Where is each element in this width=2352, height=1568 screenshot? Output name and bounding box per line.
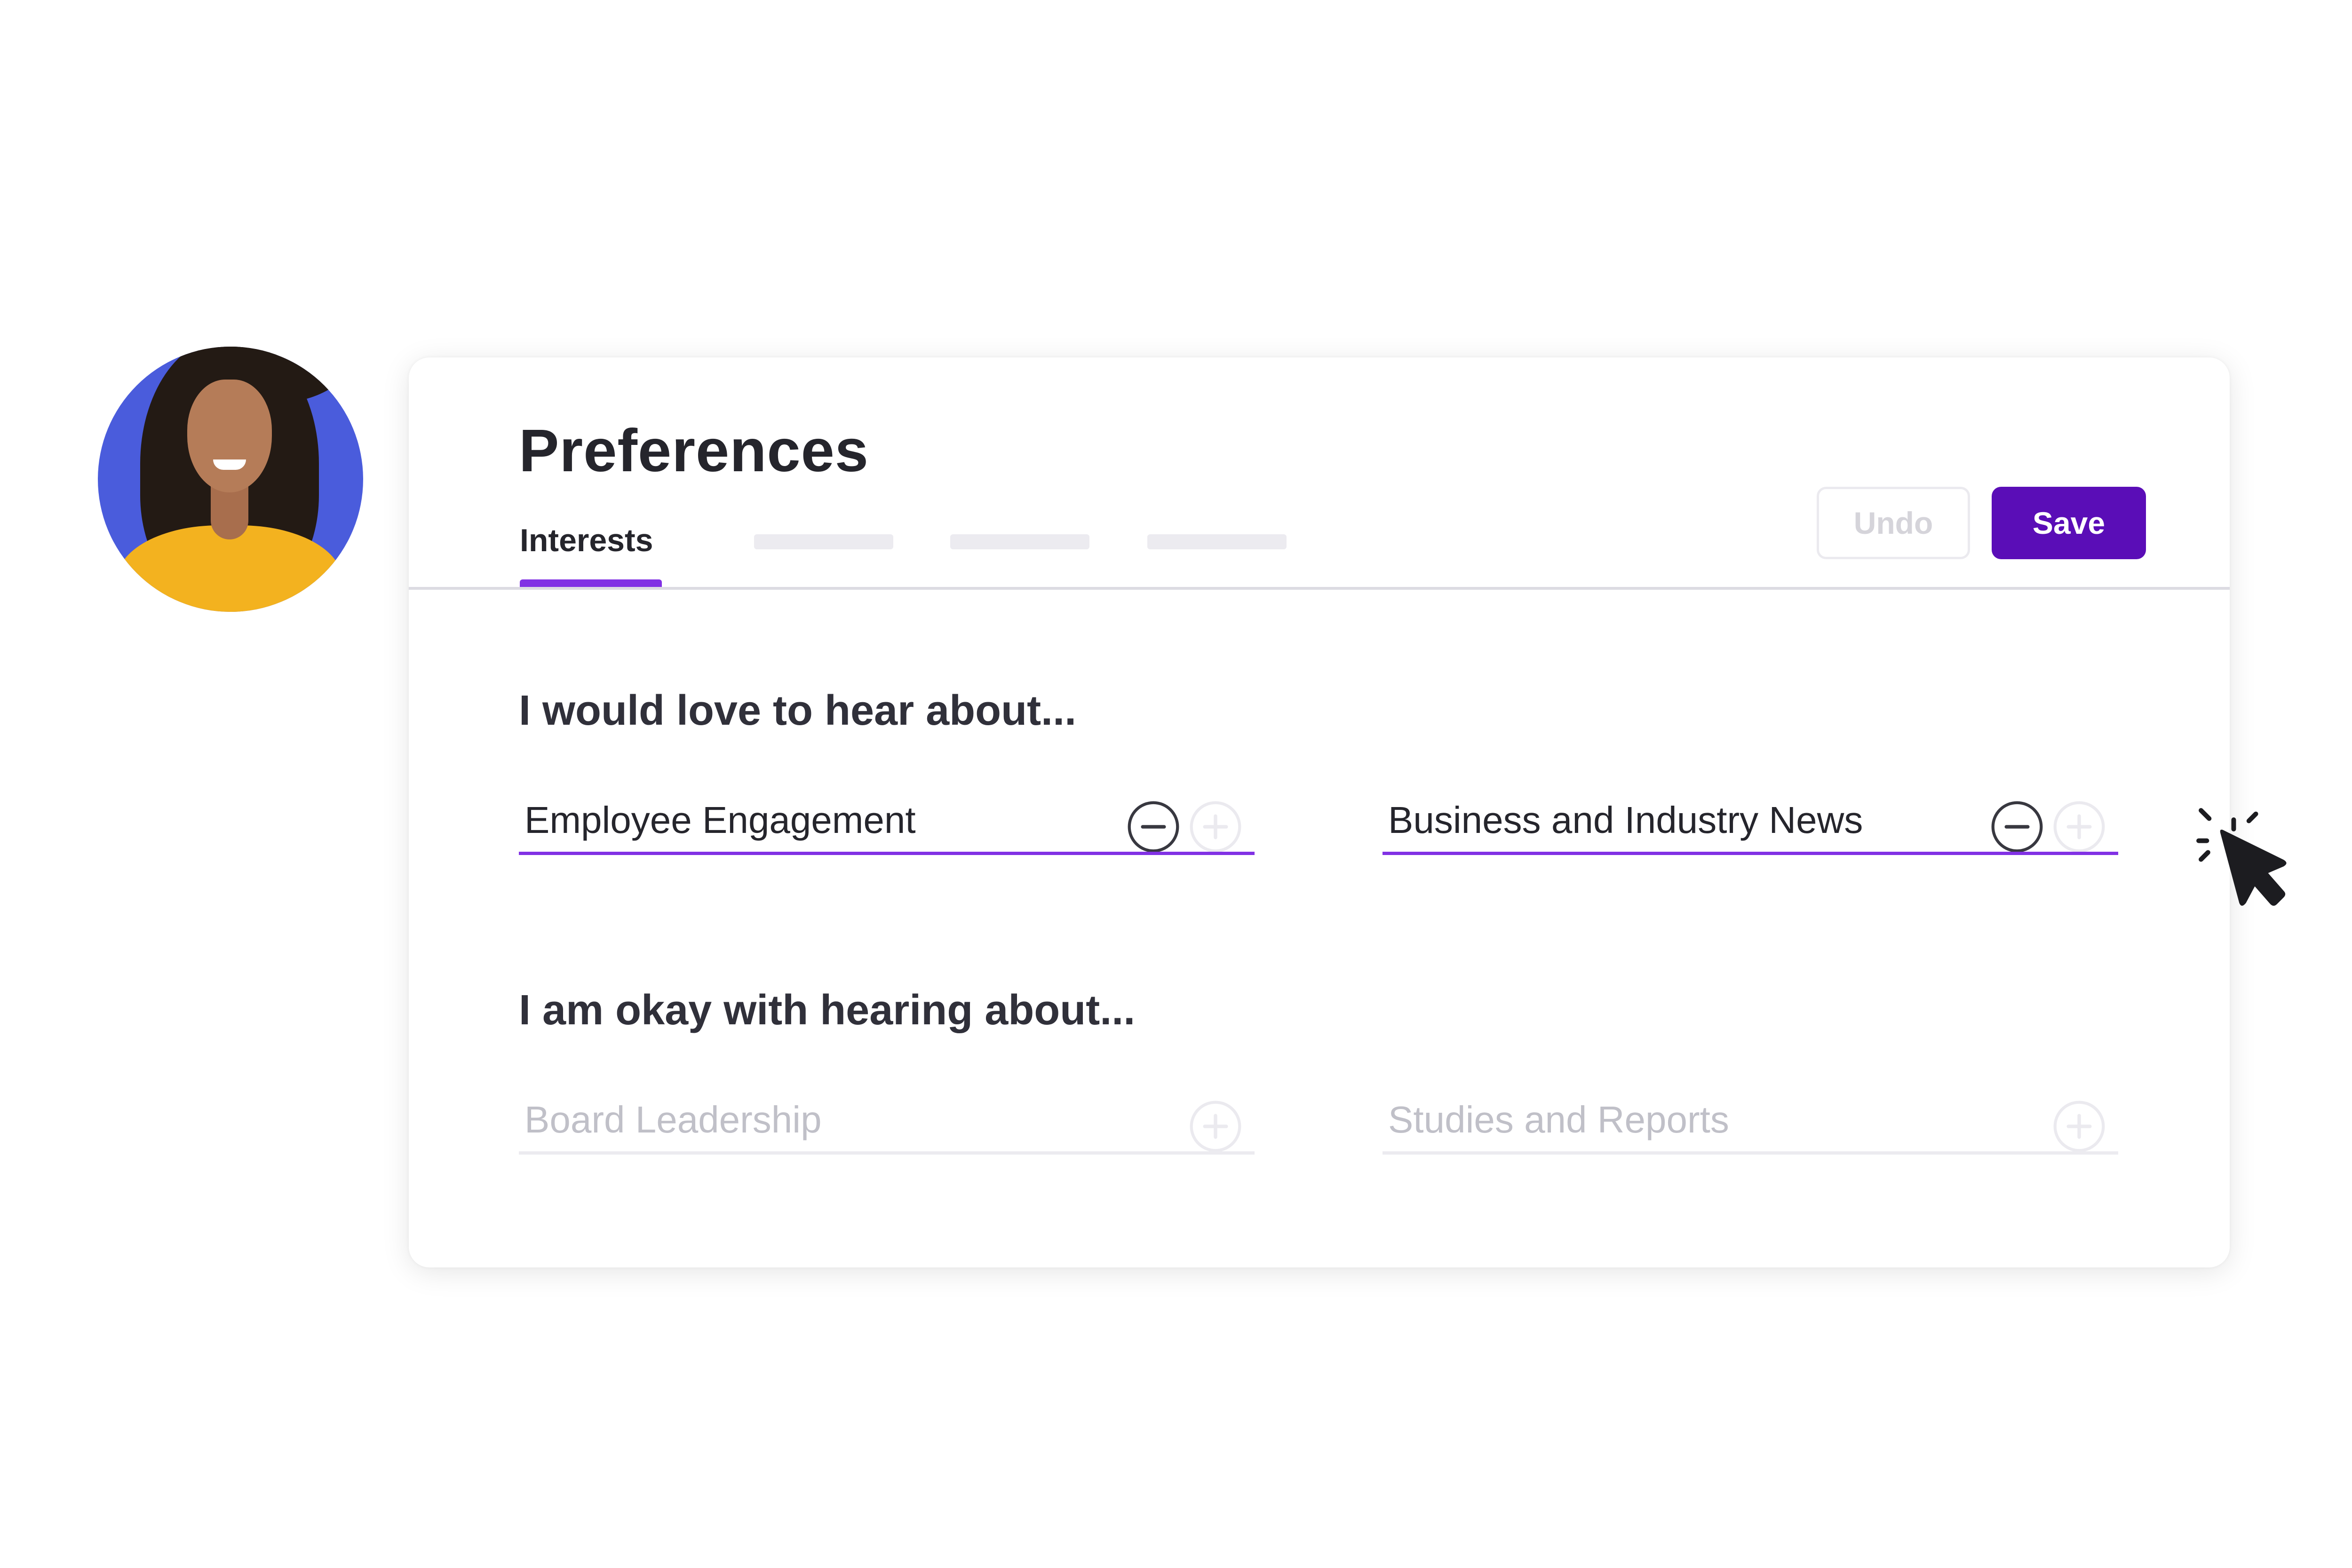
interest-item-studies-reports[interactable]: Studies and Reports — [1383, 1089, 2118, 1155]
tabs-divider — [409, 587, 2230, 590]
active-tab-indicator — [520, 579, 662, 587]
interest-label: Board Leadership — [524, 1099, 822, 1140]
minus-circle-icon[interactable] — [1127, 800, 1180, 854]
field-underline — [1383, 1151, 2118, 1155]
preferences-card: Preferences Interests Undo Save I would … — [409, 357, 2230, 1267]
interest-item-employee-engagement[interactable]: Employee Engagement — [519, 789, 1255, 855]
page-title: Preferences — [519, 417, 869, 484]
avatar — [98, 347, 363, 612]
field-underline — [519, 1151, 1255, 1155]
plus-circle-icon[interactable] — [1189, 800, 1242, 854]
plus-circle-icon[interactable] — [2052, 800, 2106, 854]
avatar-face — [187, 380, 272, 492]
interest-item-business-news[interactable]: Business and Industry News — [1383, 789, 2118, 855]
tab-placeholder-4[interactable] — [1147, 534, 1287, 549]
click-cursor-icon — [2196, 808, 2287, 906]
interest-label: Employee Engagement — [524, 799, 916, 841]
tab-interests[interactable]: Interests — [520, 522, 653, 559]
field-underline — [519, 852, 1255, 855]
interest-item-board-leadership[interactable]: Board Leadership — [519, 1089, 1255, 1155]
tab-placeholder-3[interactable] — [950, 534, 1089, 549]
undo-button[interactable]: Undo — [1817, 487, 1970, 559]
section-heading-love: I would love to hear about... — [519, 687, 1077, 734]
plus-circle-icon[interactable] — [1189, 1100, 1242, 1153]
field-underline — [1383, 852, 2118, 855]
interest-label: Business and Industry News — [1388, 799, 1863, 841]
save-button[interactable]: Save — [1992, 487, 2146, 559]
section-heading-okay: I am okay with hearing about... — [519, 987, 1136, 1034]
avatar-smile — [213, 459, 246, 470]
tab-placeholder-2[interactable] — [754, 534, 893, 549]
minus-circle-icon[interactable] — [1990, 800, 2044, 854]
interest-label: Studies and Reports — [1388, 1099, 1729, 1140]
plus-circle-icon[interactable] — [2052, 1100, 2106, 1153]
